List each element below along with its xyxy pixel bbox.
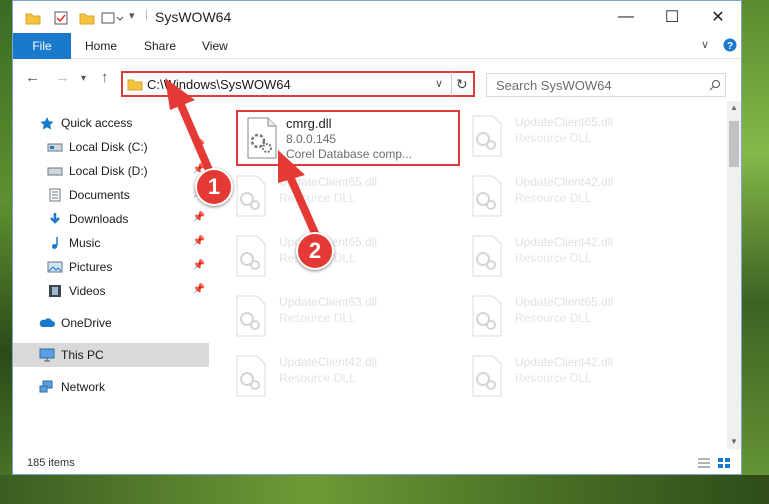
step-1-callout: 1 [195, 168, 233, 206]
annotation-arrows [165, 78, 322, 242]
step-2-callout: 2 [296, 232, 334, 270]
